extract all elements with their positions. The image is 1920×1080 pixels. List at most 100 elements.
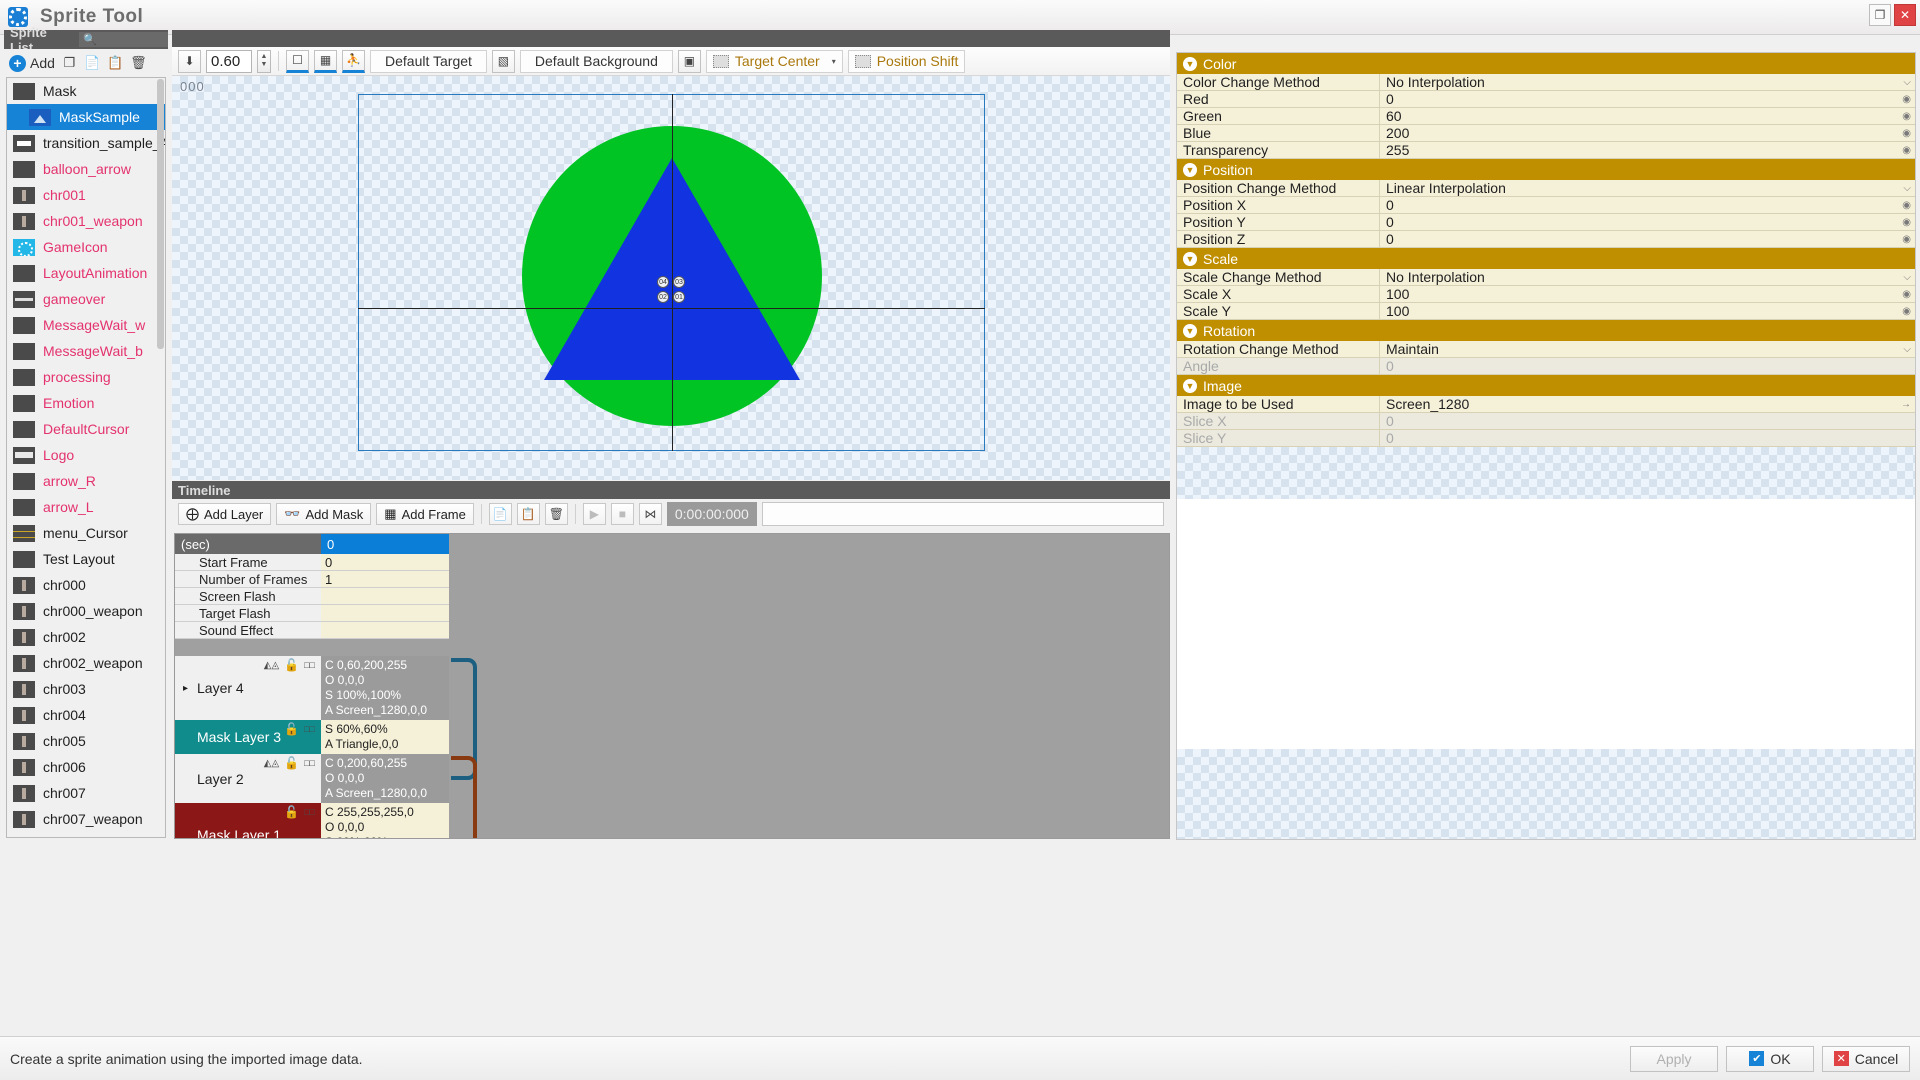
timeline-property-value[interactable]: 0	[321, 554, 449, 571]
apply-button[interactable]: Apply	[1630, 1045, 1718, 1072]
timeline-property-value[interactable]	[321, 622, 449, 639]
center-mode-combo[interactable]: Target Center ▾	[705, 49, 843, 73]
timeline-grid[interactable]: (sec) 0 Start Frame 0 Number of Frames 1 Scree…	[174, 533, 1170, 839]
timeline-layer-name-cell[interactable]: 🔓 □□ Mask Layer 1	[175, 803, 321, 838]
zoom-stepper[interactable]: ▲ ▼	[257, 49, 271, 73]
timeline-property-row[interactable]: Start Frame 0	[175, 554, 595, 571]
spin-down-icon[interactable]: ▼	[261, 61, 268, 69]
property-section-header[interactable]: ▼ Image	[1177, 375, 1915, 396]
add-mask-button[interactable]: 👓 Add Mask	[276, 503, 372, 525]
restore-button[interactable]: ❐	[1869, 4, 1891, 26]
property-value[interactable]: Screen_1280 →	[1380, 396, 1915, 412]
property-value-control-icon[interactable]: ⌵	[1903, 272, 1911, 283]
property-row[interactable]: Scale Change Method No Interpolation ⌵	[1177, 269, 1915, 286]
sprite-list-item[interactable]: MaskSample	[7, 104, 165, 130]
property-row[interactable]: Position Y 0 ◉	[1177, 214, 1915, 231]
timeline-layer-keyframe[interactable]: C 0,60,200,255 O 0,0,0 S 100%,100% A Scr…	[321, 656, 449, 720]
play-icon[interactable]: ▶	[582, 503, 606, 525]
duplicate-icon[interactable]: ❐	[61, 55, 78, 72]
property-row[interactable]: Image to be Used Screen_1280 →	[1177, 396, 1915, 413]
chevron-down-icon[interactable]: ▾	[832, 57, 836, 66]
sprite-list-item[interactable]: chr000	[7, 572, 165, 598]
paste-icon[interactable]: 📋	[516, 503, 540, 525]
close-button[interactable]: ✕	[1894, 4, 1916, 26]
property-value[interactable]: 0 ◉	[1380, 197, 1915, 213]
sprite-list-item[interactable]: chr007	[7, 780, 165, 806]
add-sprite-button[interactable]: + Add	[9, 54, 55, 72]
copy-icon[interactable]: 📄	[488, 503, 512, 525]
eye-icon[interactable]: ◭◬	[264, 660, 279, 671]
background-image-icon[interactable]: ▧	[491, 49, 515, 73]
sprite-list-item[interactable]: MessageWait_w	[7, 312, 165, 338]
unlock-icon[interactable]: 🔓	[284, 756, 299, 770]
sprite-list-scrollbar[interactable]	[157, 79, 164, 349]
property-value-control-icon[interactable]: ◉	[1902, 217, 1911, 228]
sprite-list-item[interactable]: gameover	[7, 286, 165, 312]
stop-icon[interactable]: ■	[610, 503, 634, 525]
timeline-property-row[interactable]: Sound Effect	[175, 622, 595, 639]
link-icon[interactable]: □□	[304, 724, 315, 734]
anchor-handle-03[interactable]: 03	[673, 276, 685, 288]
sprite-list-item[interactable]: menu_Cursor	[7, 520, 165, 546]
timeline-property-row[interactable]: Number of Frames 1	[175, 571, 595, 588]
timeline-layer-keyframe[interactable]: S 60%,60% A Triangle,0,0	[321, 720, 449, 754]
collapse-chevron-icon[interactable]: ▼	[1183, 378, 1197, 393]
preview-canvas[interactable]: 000 04 03 02 01	[172, 76, 1170, 480]
sprite-list-item[interactable]: transition_sample_A	[7, 130, 165, 156]
sprite-list-item[interactable]: chr003	[7, 676, 165, 702]
ok-button[interactable]: ✔ OK	[1726, 1045, 1814, 1072]
sprite-list-item[interactable]: chr004	[7, 702, 165, 728]
property-value-control-icon[interactable]: ◉	[1902, 111, 1911, 122]
target-center-icon[interactable]: ▣	[677, 49, 701, 73]
add-frame-button[interactable]: ▦ Add Frame	[376, 503, 474, 525]
sprite-list-item[interactable]: chr002_weapon	[7, 650, 165, 676]
zoom-input[interactable]: 0.60	[206, 49, 252, 73]
property-value[interactable]: 0 ◉	[1380, 231, 1915, 247]
property-value[interactable]: 0 ◉	[1380, 214, 1915, 230]
show-transparency-icon[interactable]: ▦	[314, 49, 337, 73]
timeline-layer-row[interactable]: 🔓 □□ Mask Layer 1 C 255,255,255,0 O 0,0,0 S…	[175, 803, 595, 838]
property-section-header[interactable]: ▼ Color	[1177, 53, 1915, 74]
unlock-icon[interactable]: 🔓	[284, 658, 299, 672]
unlock-icon[interactable]: 🔓	[284, 722, 299, 736]
property-value-control-icon[interactable]: ⌵	[1903, 77, 1911, 88]
sprite-list-item[interactable]: arrow_R	[7, 468, 165, 494]
collapse-chevron-icon[interactable]: ▼	[1183, 323, 1197, 338]
spin-up-icon[interactable]: ▲	[261, 53, 268, 61]
anchor-handle-01[interactable]: 01	[673, 291, 685, 303]
property-section-header[interactable]: ▼ Rotation	[1177, 320, 1915, 341]
property-value-control-icon[interactable]: ◉	[1902, 200, 1911, 211]
sprite-list-item[interactable]: Test Layout	[7, 546, 165, 572]
sprite-list-item[interactable]: DefaultCursor	[7, 416, 165, 442]
timeline-property-row[interactable]: Target Flash	[175, 605, 595, 622]
property-value-control-icon[interactable]: ◉	[1902, 128, 1911, 139]
timeline-property-value[interactable]	[321, 605, 449, 622]
property-row[interactable]: Position X 0 ◉	[1177, 197, 1915, 214]
trash-icon[interactable]: 🗑	[130, 55, 147, 72]
timeline-property-value[interactable]: 1	[321, 571, 449, 588]
sprite-list[interactable]: Mask MaskSample transition_sample_A balloon…	[6, 77, 166, 838]
sprite-list-item[interactable]: chr001_weapon	[7, 208, 165, 234]
eye-icon[interactable]: ◭◬	[264, 758, 279, 769]
sprite-list-item[interactable]: Emotion	[7, 390, 165, 416]
property-row[interactable]: Color Change Method No Interpolation ⌵	[1177, 74, 1915, 91]
property-value-control-icon[interactable]: ⌵	[1903, 344, 1911, 355]
property-value[interactable]: 0 ◉	[1380, 91, 1915, 107]
loop-icon[interactable]: ⋈	[638, 503, 662, 525]
sprite-list-item[interactable]: LayoutAnimation	[7, 260, 165, 286]
anchor-handle-04[interactable]: 04	[657, 276, 669, 288]
property-value-control-icon[interactable]: →	[1901, 399, 1911, 410]
property-value[interactable]: 255 ◉	[1380, 142, 1915, 158]
timeline-layer-keyframe[interactable]: C 0,200,60,255 O 0,0,0 A Screen_1280,0,0	[321, 754, 449, 803]
property-value[interactable]: No Interpolation ⌵	[1380, 74, 1915, 90]
timeline-layer-name-cell[interactable]: ◭◬ 🔓 □□ ▸ Layer 4	[175, 656, 321, 720]
property-value[interactable]: 100 ◉	[1380, 303, 1915, 319]
sprite-list-item[interactable]: chr000_weapon	[7, 598, 165, 624]
sprite-list-item[interactable]: processing	[7, 364, 165, 390]
property-value-control-icon[interactable]: ◉	[1902, 234, 1911, 245]
cancel-button[interactable]: ✕ Cancel	[1822, 1045, 1910, 1072]
show-target-icon[interactable]: ⛹	[342, 49, 365, 73]
show-screen-icon[interactable]: ☐	[286, 49, 309, 73]
sprite-list-item[interactable]: GameIcon	[7, 234, 165, 260]
property-row[interactable]: Scale Y 100 ◉	[1177, 303, 1915, 320]
